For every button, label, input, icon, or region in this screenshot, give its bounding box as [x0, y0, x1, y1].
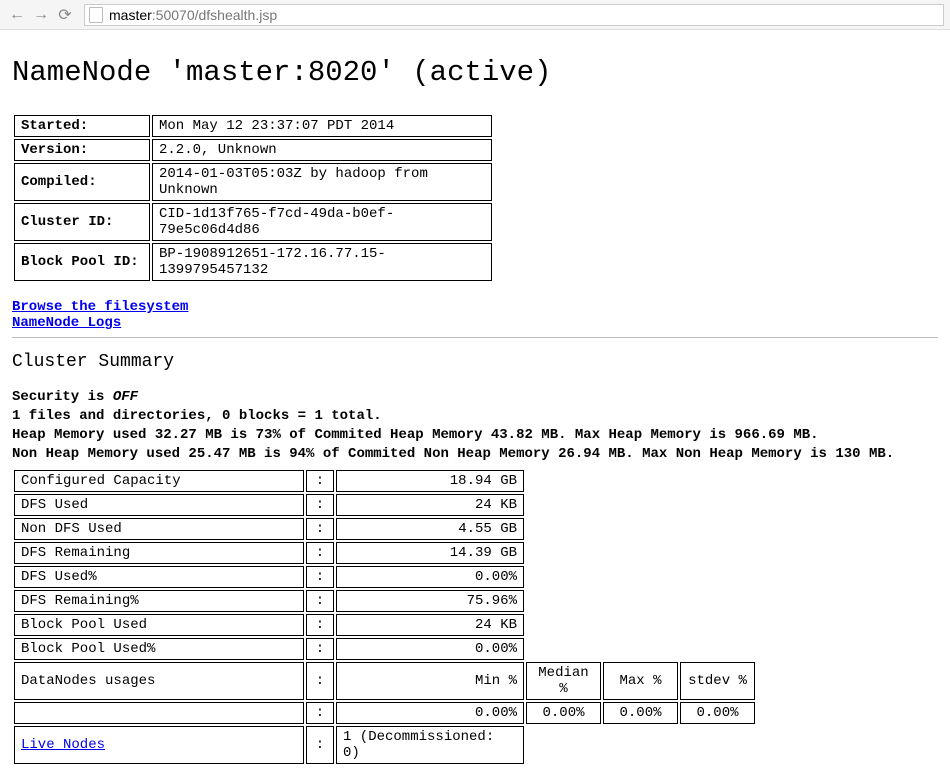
table-row: Non DFS Used : 4.55 GB — [14, 518, 755, 540]
security-prefix: Security is — [12, 389, 113, 405]
info-table: Started: Mon May 12 23:37:07 PDT 2014 Ve… — [12, 113, 494, 283]
cluster-summary-heading: Cluster Summary — [12, 352, 938, 372]
usages-empty — [14, 702, 304, 724]
table-row: Block Pool Used : 24 KB — [14, 614, 755, 636]
summary-value: 4.55 GB — [336, 518, 524, 540]
summary-value: 24 KB — [336, 614, 524, 636]
colon: : — [306, 542, 334, 564]
table-row: Started: Mon May 12 23:37:07 PDT 2014 — [14, 115, 492, 137]
summary-key: Block Pool Used — [14, 614, 304, 636]
usages-stdev-header: stdev % — [680, 662, 755, 700]
url-host: master — [109, 7, 152, 23]
summary-value: 0.00% — [336, 566, 524, 588]
summary-value: 14.39 GB — [336, 542, 524, 564]
usages-stdev: 0.00% — [680, 702, 755, 724]
info-value: 2014-01-03T05:03Z by hadoop from Unknown — [152, 163, 492, 201]
back-button[interactable]: ← — [6, 4, 28, 26]
summary-key: DFS Used% — [14, 566, 304, 588]
usages-min-header: Min % — [336, 662, 524, 700]
namenode-logs-link[interactable]: NameNode Logs — [12, 315, 121, 331]
info-value: Mon May 12 23:37:07 PDT 2014 — [152, 115, 492, 137]
usages-median-header: Median % — [526, 662, 601, 700]
summary-key: Block Pool Used% — [14, 638, 304, 660]
info-value: BP-1908912651-172.16.77.15-1399795457132 — [152, 243, 492, 281]
table-row: Compiled: 2014-01-03T05:03Z by hadoop fr… — [14, 163, 492, 201]
browse-filesystem-link[interactable]: Browse the filesystem — [12, 299, 188, 315]
files-line: 1 files and directories, 0 blocks = 1 to… — [12, 408, 382, 424]
info-label: Block Pool ID: — [14, 243, 150, 281]
live-nodes-label: Live Nodes — [14, 726, 304, 764]
colon: : — [306, 614, 334, 636]
security-state: OFF — [113, 389, 138, 405]
table-row: DFS Remaining% : 75.96% — [14, 590, 755, 612]
usages-min: 0.00% — [336, 702, 524, 724]
summary-text: Security is OFF 1 files and directories,… — [12, 388, 938, 464]
info-label: Version: — [14, 139, 150, 161]
links-section: Browse the filesystem NameNode Logs — [12, 299, 938, 331]
nonheap-line: Non Heap Memory used 25.47 MB is 94% of … — [12, 446, 894, 462]
browser-toolbar: ← → ⟳ master:50070/dfshealth.jsp — [0, 0, 950, 30]
summary-value: 0.00% — [336, 638, 524, 660]
colon: : — [306, 702, 334, 724]
usages-max-header: Max % — [603, 662, 678, 700]
colon: : — [306, 566, 334, 588]
live-nodes-value: 1 (Decommissioned: 0) — [336, 726, 524, 764]
divider — [12, 337, 938, 338]
url-path: :50070/dfshealth.jsp — [152, 7, 277, 23]
summary-key: DFS Remaining% — [14, 590, 304, 612]
info-label: Cluster ID: — [14, 203, 150, 241]
live-nodes-link[interactable]: Live Nodes — [21, 737, 105, 753]
summary-table: Configured Capacity : 18.94 GB DFS Used … — [12, 468, 757, 766]
usages-max: 0.00% — [603, 702, 678, 724]
colon: : — [306, 662, 334, 700]
table-row: DFS Remaining : 14.39 GB — [14, 542, 755, 564]
address-bar[interactable]: master:50070/dfshealth.jsp — [84, 4, 944, 26]
usages-median: 0.00% — [526, 702, 601, 724]
colon: : — [306, 494, 334, 516]
table-row: DFS Used : 24 KB — [14, 494, 755, 516]
info-value: CID-1d13f765-f7cd-49da-b0ef-79e5c06d4d86 — [152, 203, 492, 241]
table-row: Version: 2.2.0, Unknown — [14, 139, 492, 161]
summary-value: 18.94 GB — [336, 470, 524, 492]
table-row: Cluster ID: CID-1d13f765-f7cd-49da-b0ef-… — [14, 203, 492, 241]
colon: : — [306, 590, 334, 612]
colon: : — [306, 638, 334, 660]
heap-line: Heap Memory used 32.27 MB is 73% of Comm… — [12, 427, 819, 443]
info-value: 2.2.0, Unknown — [152, 139, 492, 161]
page-title: NameNode 'master:8020' (active) — [12, 56, 938, 89]
page-icon — [89, 7, 103, 23]
forward-button[interactable]: → — [30, 4, 52, 26]
colon: : — [306, 726, 334, 764]
live-nodes-row: Live Nodes : 1 (Decommissioned: 0) — [14, 726, 755, 764]
usages-label: DataNodes usages — [14, 662, 304, 700]
colon: : — [306, 470, 334, 492]
table-row: Block Pool ID: BP-1908912651-172.16.77.1… — [14, 243, 492, 281]
summary-value: 24 KB — [336, 494, 524, 516]
page-content: NameNode 'master:8020' (active) Started:… — [0, 30, 950, 778]
reload-button[interactable]: ⟳ — [54, 4, 76, 26]
table-row: DFS Used% : 0.00% — [14, 566, 755, 588]
table-row: Block Pool Used% : 0.00% — [14, 638, 755, 660]
usages-value-row: : 0.00% 0.00% 0.00% 0.00% — [14, 702, 755, 724]
colon: : — [306, 518, 334, 540]
usages-header-row: DataNodes usages : Min % Median % Max % … — [14, 662, 755, 700]
summary-key: DFS Used — [14, 494, 304, 516]
table-row: Configured Capacity : 18.94 GB — [14, 470, 755, 492]
info-label: Started: — [14, 115, 150, 137]
summary-value: 75.96% — [336, 590, 524, 612]
summary-key: DFS Remaining — [14, 542, 304, 564]
info-label: Compiled: — [14, 163, 150, 201]
summary-key: Configured Capacity — [14, 470, 304, 492]
summary-key: Non DFS Used — [14, 518, 304, 540]
